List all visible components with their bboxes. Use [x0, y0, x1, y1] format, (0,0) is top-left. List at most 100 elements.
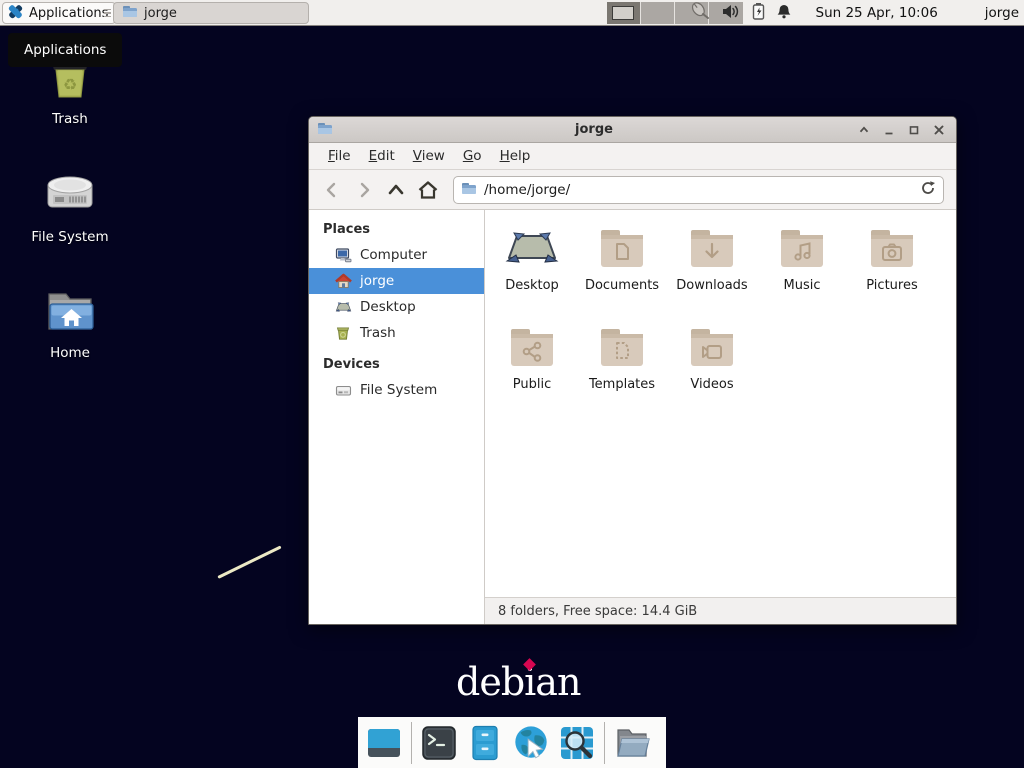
drive-icon [334, 382, 352, 399]
folder-label: Downloads [676, 278, 747, 293]
sidebar-item-label: Computer [360, 247, 427, 263]
hard-drive-icon [45, 170, 95, 224]
home-button[interactable] [415, 177, 441, 203]
workspace-2[interactable] [641, 2, 675, 24]
file-cabinet-icon[interactable] [466, 724, 504, 762]
folder-item-pictures[interactable]: Pictures [847, 223, 937, 322]
minimize-button[interactable] [880, 121, 898, 139]
terminal-icon[interactable] [420, 724, 458, 762]
folder-label: Documents [585, 278, 659, 293]
back-button[interactable] [319, 177, 345, 203]
home-folder-icon [44, 288, 96, 340]
statusbar-text: 8 folders, Free space: 14.4 GiB [498, 604, 697, 619]
dock-panel [358, 717, 666, 768]
xfce-logo-icon [7, 3, 24, 24]
folder-item-desktop[interactable]: Desktop [487, 223, 577, 322]
app-finder-icon[interactable] [558, 724, 596, 762]
sidebar-item-file-system[interactable]: File System [309, 377, 484, 403]
desktop-icon-label: Trash [52, 111, 88, 127]
mouse-tray-icon[interactable] [689, 1, 711, 25]
svg-text:♻: ♻ [63, 75, 77, 94]
folder-icon [122, 3, 138, 23]
window-title: jorge [333, 122, 855, 137]
computer-icon [334, 247, 352, 264]
window-folder-icon [317, 120, 333, 140]
music-folder-icon [778, 223, 826, 275]
menu-help[interactable]: Help [491, 144, 540, 168]
dock-separator [604, 722, 605, 764]
folder-label: Public [513, 377, 551, 392]
folder-label: Desktop [505, 278, 559, 293]
taskbar-item-jorge[interactable]: jorge [113, 2, 309, 24]
folder-label: Pictures [866, 278, 917, 293]
places-header: Places [309, 218, 484, 242]
sidebar-item-desktop[interactable]: Desktop [309, 294, 484, 320]
username-label: jorge [985, 5, 1019, 21]
titlebar[interactable]: jorge [309, 117, 956, 143]
taskbar-item-label: jorge [144, 6, 177, 21]
sidebar-item-trash[interactable]: Trash [309, 320, 484, 346]
logo-text-2: an [535, 660, 580, 704]
main-view: Desktop Documents Downloads Music Pictur… [485, 210, 956, 624]
workspace-1[interactable] [607, 2, 641, 24]
public-folder-icon [508, 322, 556, 374]
web-browser-globe-icon[interactable] [512, 724, 550, 762]
sidebar-item-label: Trash [360, 325, 396, 341]
applications-tooltip: Applications [8, 33, 122, 67]
menu-view[interactable]: View [404, 144, 454, 168]
path-folder-icon [461, 180, 477, 200]
dock-separator [411, 722, 412, 764]
file-icon-grid: Desktop Documents Downloads Music Pictur… [485, 210, 956, 597]
menu-go[interactable]: Go [454, 144, 491, 168]
location-bar[interactable]: /home/jorge/ [453, 176, 944, 204]
menu-file[interactable]: File [319, 144, 360, 168]
documents-folder-icon [598, 223, 646, 275]
maximize-button[interactable] [905, 121, 923, 139]
reload-icon[interactable] [920, 180, 936, 200]
logo-text-1: deb [456, 660, 524, 704]
sidebar-item-label: Desktop [360, 299, 416, 315]
folder-item-documents[interactable]: Documents [577, 223, 667, 322]
battery-icon[interactable] [752, 2, 765, 24]
top-panel: Applications jorge [0, 0, 1024, 26]
templates-folder-icon [598, 322, 646, 374]
shade-button[interactable] [855, 121, 873, 139]
applications-menu-button[interactable]: Applications [2, 2, 116, 24]
folder-item-templates[interactable]: Templates [577, 322, 667, 421]
files-folder-icon[interactable] [613, 724, 651, 762]
menu-edit[interactable]: Edit [360, 144, 404, 168]
desktop-icon-home[interactable]: Home [22, 288, 118, 361]
downloads-folder-icon [688, 223, 736, 275]
debian-logo: debian [456, 660, 580, 704]
volume-icon[interactable] [722, 3, 741, 24]
folder-item-videos[interactable]: Videos [667, 322, 757, 421]
toolbar: /home/jorge/ [309, 170, 956, 210]
sidebar-item-computer[interactable]: Computer [309, 242, 484, 268]
folder-item-public[interactable]: Public [487, 322, 577, 421]
path-text[interactable]: /home/jorge/ [484, 182, 913, 198]
home-icon [334, 273, 352, 290]
notifications-bell-icon[interactable] [776, 3, 792, 24]
stray-line-artifact [217, 545, 281, 578]
folder-label: Music [784, 278, 821, 293]
workspace-window-miniature [612, 6, 634, 20]
clock[interactable]: Sun 25 Apr, 10:06 [816, 5, 938, 21]
window-controls [855, 121, 948, 139]
forward-button[interactable] [351, 177, 377, 203]
folder-item-music[interactable]: Music [757, 223, 847, 322]
sidebar: Places Computer [309, 210, 485, 624]
applications-menu-label: Applications [29, 6, 108, 21]
sidebar-item-label: File System [360, 382, 437, 398]
close-button[interactable] [930, 121, 948, 139]
up-button[interactable] [383, 177, 409, 203]
tasklist-grip[interactable] [104, 5, 111, 21]
statusbar: 8 folders, Free space: 14.4 GiB [485, 597, 956, 624]
tooltip-text: Applications [24, 42, 106, 58]
menubar: File Edit View Go Help [309, 143, 956, 170]
pictures-folder-icon [868, 223, 916, 275]
folder-item-downloads[interactable]: Downloads [667, 223, 757, 322]
desktop-icon-file-system[interactable]: File System [22, 170, 118, 245]
videos-folder-icon [688, 322, 736, 374]
sidebar-item-jorge[interactable]: jorge [309, 268, 484, 294]
show-desktop-icon[interactable] [365, 724, 403, 762]
